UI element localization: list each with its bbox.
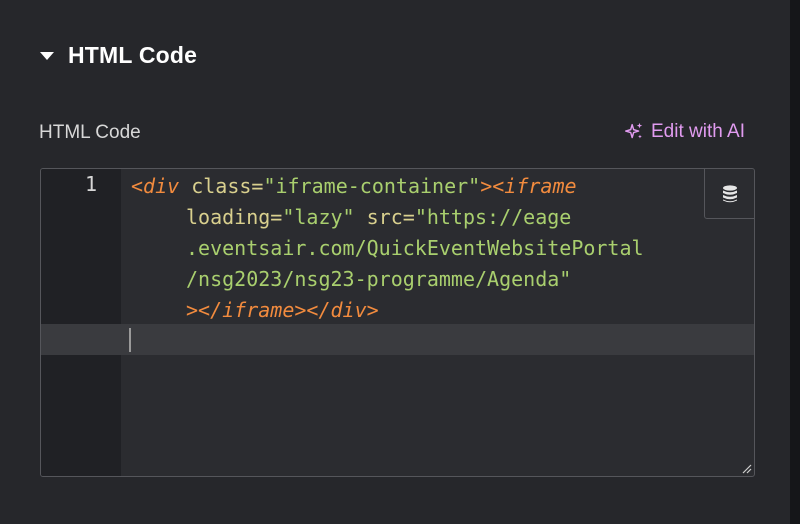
code-editor[interactable]: 1 2 <div class="iframe-container"><ifram…	[40, 168, 755, 477]
code-token: .eventsair.com/QuickEventWebsitePortal	[186, 236, 644, 260]
section-toggle[interactable]: HTML Code	[40, 40, 197, 70]
code-content[interactable]: <div class="iframe-container"><iframe lo…	[131, 169, 644, 417]
caret-down-icon	[40, 52, 54, 60]
code-token: <div	[131, 174, 180, 198]
code-token: =	[270, 205, 283, 229]
line-number: 1	[84, 172, 97, 196]
edit-with-ai-button[interactable]: Edit with AI	[623, 121, 745, 143]
code-token: "https://eage	[414, 205, 572, 229]
settings-panel: HTML Code HTML Code Edit with AI 1 2 <di…	[0, 0, 790, 524]
code-token: src	[354, 205, 403, 229]
code-token: class	[179, 174, 252, 198]
section-title: HTML Code	[68, 41, 198, 68]
code-token: /nsg2023/nsg23-programme/Agenda"	[186, 267, 572, 291]
sparkle-icon	[625, 122, 643, 139]
code-token: ></iframe></div>	[186, 298, 379, 322]
code-token: "lazy"	[282, 205, 355, 229]
scroll-edge	[790, 0, 800, 524]
text-cursor	[129, 328, 131, 352]
dynamic-tags-button[interactable]	[704, 169, 754, 219]
code-line-wrap: /nsg2023/nsg23-programme/Agenda"	[186, 264, 571, 295]
field-label: HTML Code	[39, 122, 141, 143]
line-gutter: 1 2	[41, 169, 121, 476]
code-line-wrap: loading="lazy" src="https://eage	[186, 202, 571, 233]
code-line-wrap: ></iframe></div>	[186, 295, 379, 326]
code-line-wrap: .eventsair.com/QuickEventWebsitePortal	[186, 233, 644, 264]
code-token: ><iframe	[480, 174, 577, 198]
database-icon	[722, 184, 737, 202]
code-token: "iframe-container"	[263, 174, 481, 198]
code-token: loading	[186, 205, 271, 229]
code-line-1: <div class="iframe-container"><iframe	[131, 171, 577, 202]
code-token: =	[402, 205, 415, 229]
edit-with-ai-label: Edit with AI	[651, 121, 745, 142]
resize-handle-icon[interactable]	[740, 462, 752, 474]
code-token: =	[251, 174, 264, 198]
